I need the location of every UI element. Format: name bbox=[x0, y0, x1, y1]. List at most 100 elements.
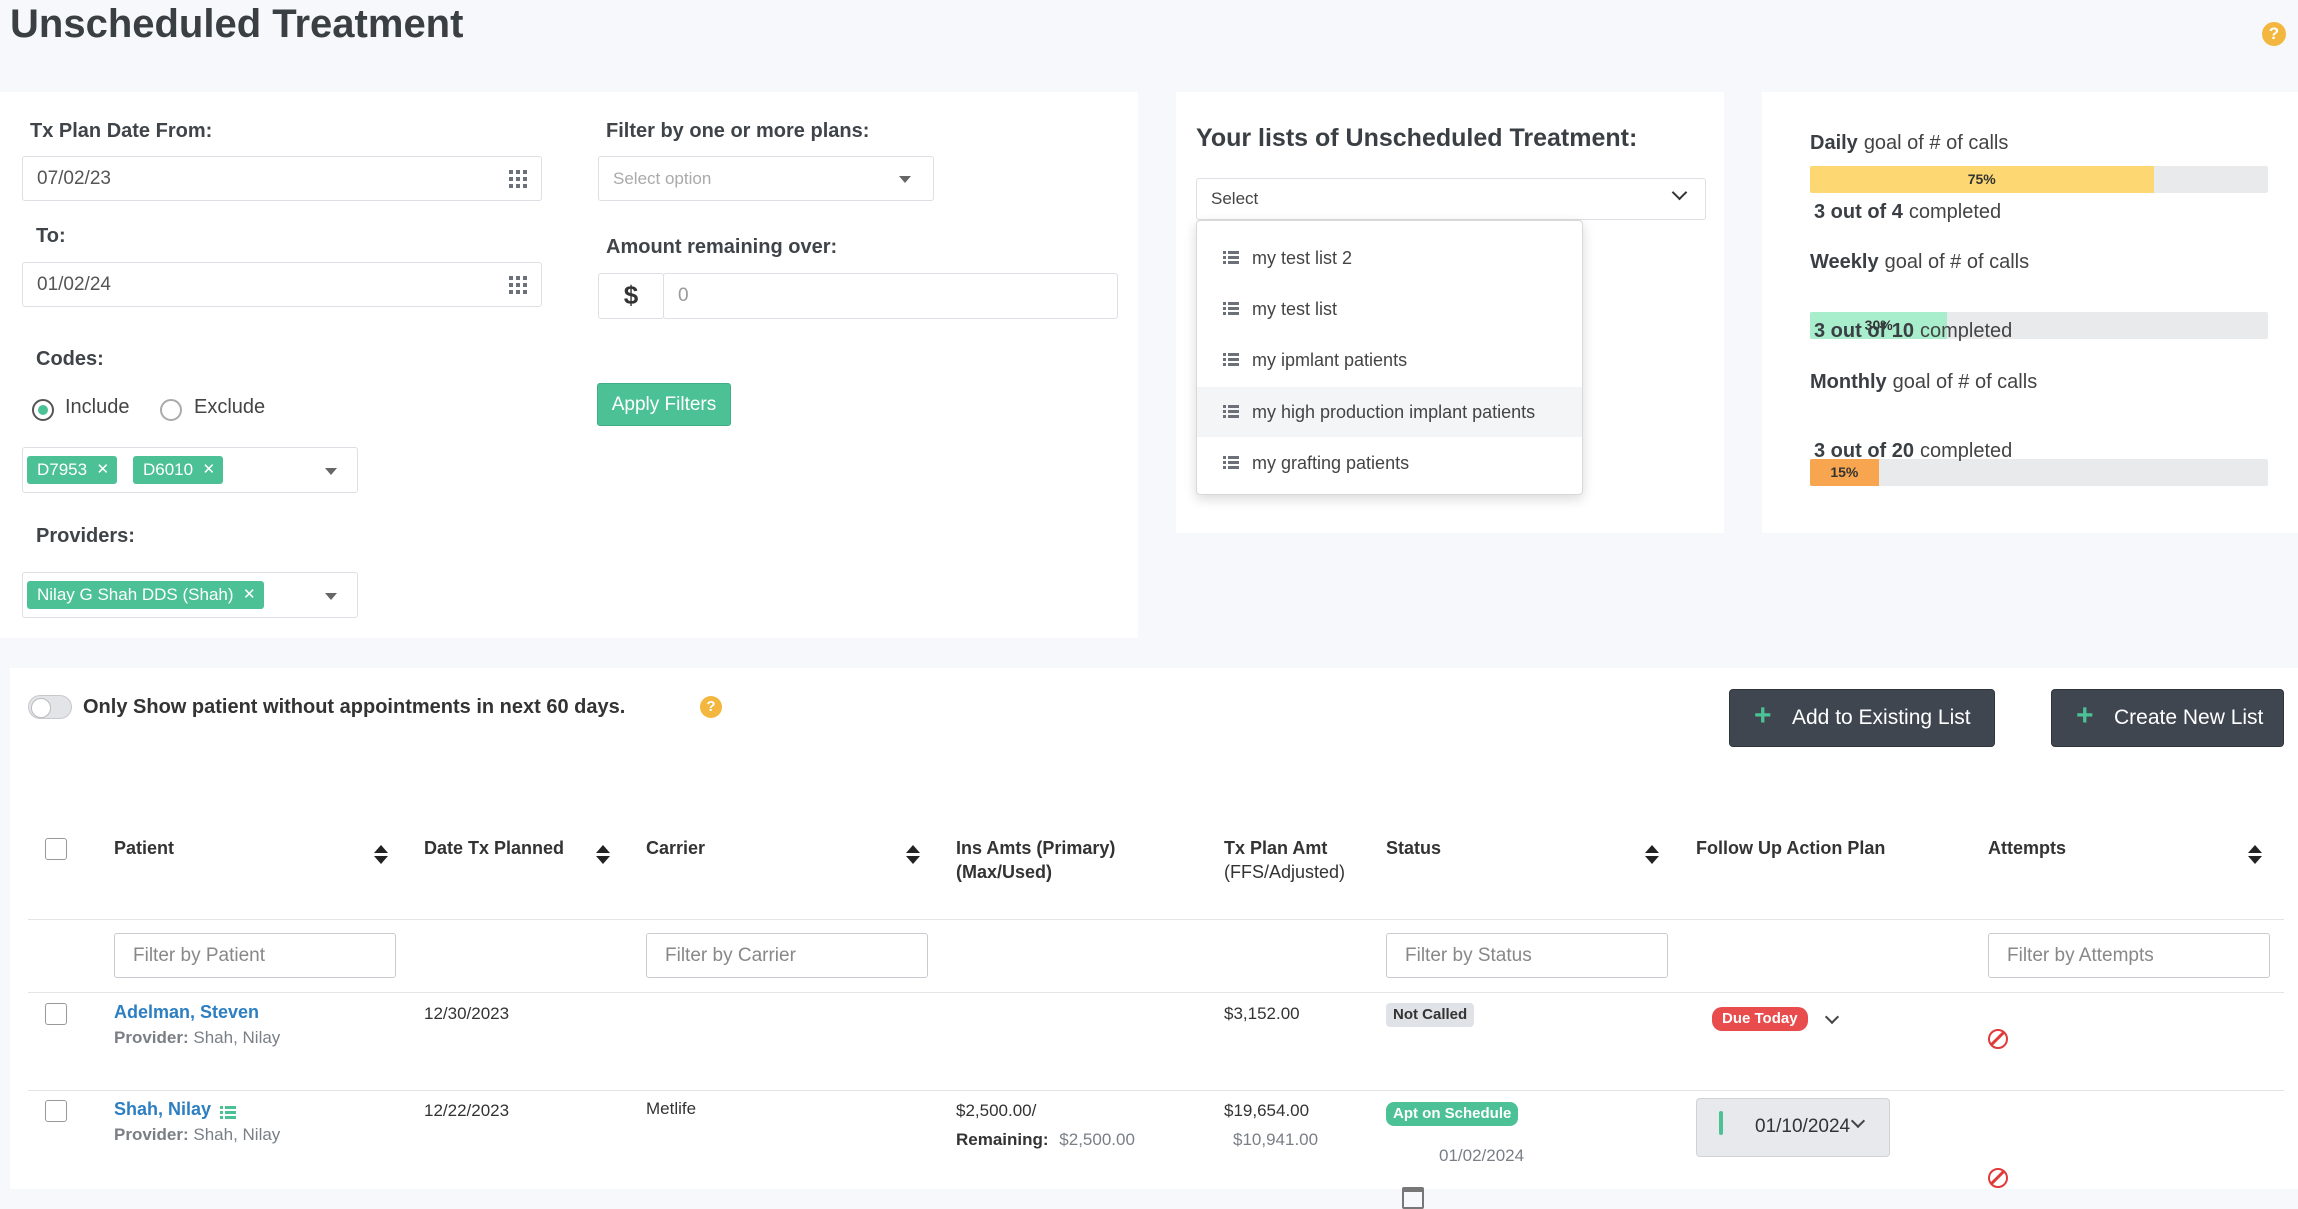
sort-icon[interactable] bbox=[596, 845, 610, 867]
remove-tag-icon[interactable]: ✕ bbox=[97, 456, 110, 484]
filter-status-input[interactable]: Filter by Status bbox=[1386, 933, 1668, 978]
remove-tag-icon[interactable]: ✕ bbox=[243, 581, 256, 609]
col-attempts[interactable]: Attempts bbox=[1988, 836, 2066, 860]
sort-icon[interactable] bbox=[1645, 845, 1659, 867]
list-icon bbox=[1223, 456, 1239, 470]
date-to-value: 01/02/24 bbox=[37, 274, 111, 295]
col-patient[interactable]: Patient bbox=[114, 836, 174, 860]
patient-name-link[interactable]: Shah, Nilay bbox=[114, 1099, 211, 1120]
list-option[interactable]: my test list bbox=[1197, 284, 1582, 334]
providers-label: Providers: bbox=[36, 525, 135, 547]
lists-select[interactable]: Select bbox=[1196, 178, 1706, 220]
goal-completed-word: completed bbox=[1920, 440, 2013, 462]
list-option[interactable]: my ipmlant patients bbox=[1197, 335, 1582, 385]
list-option-label: my test list bbox=[1252, 299, 1338, 319]
remove-tag-icon[interactable]: ✕ bbox=[203, 456, 216, 484]
col-date-tx-planned[interactable]: Date Tx Planned bbox=[424, 836, 564, 860]
chevron-down-icon[interactable] bbox=[325, 593, 337, 600]
list-icon bbox=[1223, 353, 1239, 367]
col-tx-plan-amt-line2: (FFS/Adjusted) bbox=[1224, 862, 1346, 882]
sort-icon[interactable] bbox=[374, 845, 388, 867]
plus-icon: + bbox=[1754, 699, 1772, 732]
remaining-line: Remaining: $2,500.00 bbox=[956, 1130, 1135, 1150]
chevron-down-icon[interactable] bbox=[325, 468, 337, 475]
plans-label: Filter by one or more plans: bbox=[606, 120, 870, 142]
exclude-label[interactable]: Exclude bbox=[194, 396, 265, 419]
list-icon bbox=[1223, 251, 1239, 265]
goal-count: 3 out of 20 bbox=[1814, 440, 1915, 462]
goal-suffix: goal of # of calls bbox=[1884, 251, 2030, 273]
col-status[interactable]: Status bbox=[1386, 836, 1441, 860]
remaining-label: Remaining: bbox=[956, 1130, 1049, 1149]
chevron-down-icon bbox=[899, 176, 911, 183]
amount-input[interactable]: 0 bbox=[663, 273, 1118, 319]
provider-label: Provider: bbox=[114, 1028, 189, 1047]
include-label[interactable]: Include bbox=[65, 396, 130, 419]
goals-panel: Daily goal of # of calls 75% 3 out of 4 comp… bbox=[1762, 92, 2298, 533]
plans-select[interactable]: Select option bbox=[598, 156, 934, 201]
code-tag-label: D7953 bbox=[37, 460, 88, 479]
code-tag: D7953 ✕ bbox=[27, 456, 118, 484]
list-option-label: my high production implant patients bbox=[1252, 402, 1536, 422]
list-option[interactable]: my grafting patients bbox=[1197, 438, 1582, 488]
add-to-existing-list-button[interactable]: + Add to Existing List bbox=[1729, 689, 1995, 747]
chevron-down-icon bbox=[1850, 1113, 1866, 1129]
due-today-badge: Due Today bbox=[1712, 1007, 1808, 1031]
list-option[interactable]: my test list 2 bbox=[1197, 233, 1582, 283]
sort-icon[interactable] bbox=[906, 845, 920, 867]
codes-label: Codes: bbox=[36, 348, 104, 370]
filter-carrier-input[interactable]: Filter by Carrier bbox=[646, 933, 928, 978]
goal-progress-bar: 75% bbox=[1810, 166, 2268, 193]
tx-plan-amt: $3,152.00 bbox=[1224, 1004, 1300, 1023]
col-ins-amts: Ins Amts (Primary) (Max/Used) bbox=[956, 836, 1115, 884]
filter-patient-input[interactable]: Filter by Patient bbox=[114, 933, 396, 978]
row-checkbox[interactable] bbox=[45, 1003, 67, 1025]
exclude-radio[interactable] bbox=[160, 399, 182, 421]
ins-amts: $2,500.00/ bbox=[956, 1101, 1037, 1120]
help-icon[interactable]: ? bbox=[2262, 22, 2286, 46]
list-option-label: my ipmlant patients bbox=[1252, 350, 1408, 370]
help-icon[interactable]: ? bbox=[700, 696, 722, 718]
code-tag-label: D6010 bbox=[143, 460, 194, 479]
provider-tag: Nilay G Shah DDS (Shah) ✕ bbox=[27, 581, 264, 609]
plus-icon: + bbox=[2076, 699, 2094, 732]
calendar-grid-icon[interactable] bbox=[509, 170, 527, 188]
col-ins-amts-line2: (Max/Used) bbox=[956, 862, 1053, 882]
providers-multiselect[interactable]: Nilay G Shah DDS (Shah) ✕ bbox=[22, 572, 358, 618]
list-icon[interactable] bbox=[220, 1106, 236, 1120]
date-to-input[interactable]: 01/02/24 bbox=[22, 262, 542, 307]
follow-up-date-button[interactable]: 01/10/2024 bbox=[1696, 1098, 1890, 1157]
create-new-list-button[interactable]: + Create New List bbox=[2051, 689, 2284, 747]
chevron-down-icon bbox=[1671, 184, 1688, 201]
date-from-label: Tx Plan Date From: bbox=[30, 120, 213, 142]
only-show-toggle[interactable] bbox=[28, 695, 72, 719]
row-checkbox[interactable] bbox=[45, 1100, 67, 1122]
sort-icon[interactable] bbox=[2248, 845, 2262, 867]
tx-plan-amt-adjusted: $10,941.00 bbox=[1233, 1130, 1319, 1149]
goal-progress-fill: 15% bbox=[1810, 459, 1879, 486]
goal-label: Weekly goal of # of calls bbox=[1810, 251, 2029, 274]
lists-dropdown-menu: my test list 2 my test list my ipmlant p… bbox=[1196, 220, 1583, 495]
date-from-input[interactable]: 07/02/23 bbox=[22, 156, 542, 201]
filter-attempts-input[interactable]: Filter by Attempts bbox=[1988, 933, 2270, 978]
apply-filters-button[interactable]: Apply Filters bbox=[597, 383, 731, 426]
date-to-label: To: bbox=[36, 225, 66, 247]
col-carrier[interactable]: Carrier bbox=[646, 836, 705, 860]
patient-name-link[interactable]: Adelman, Steven bbox=[114, 1002, 259, 1023]
goal-suffix: goal of # of calls bbox=[1863, 132, 2009, 154]
list-option[interactable]: my high production implant patients bbox=[1197, 387, 1582, 437]
carrier: Metlife bbox=[646, 1099, 697, 1118]
col-ins-amts-line1: Ins Amts (Primary) bbox=[956, 838, 1116, 858]
codes-multiselect[interactable]: D7953 ✕ D6010 ✕ bbox=[22, 447, 358, 493]
tx-plan-amt: $19,654.00 bbox=[1224, 1101, 1310, 1120]
amount-label: Amount remaining over: bbox=[606, 236, 838, 258]
goal-progress-bar: 15% bbox=[1810, 459, 2268, 486]
select-all-checkbox[interactable] bbox=[45, 838, 67, 860]
provider-label: Provider: bbox=[114, 1125, 189, 1144]
include-radio[interactable] bbox=[32, 399, 54, 421]
goal-count: 3 out of 10 bbox=[1814, 320, 1915, 342]
calendar-grid-icon[interactable] bbox=[509, 276, 527, 294]
appointment-date: 01/02/2024 bbox=[1439, 1146, 1525, 1165]
goal-count: 3 out of 4 bbox=[1814, 201, 1903, 223]
add-to-existing-list-label: Add to Existing List bbox=[1792, 706, 1971, 729]
